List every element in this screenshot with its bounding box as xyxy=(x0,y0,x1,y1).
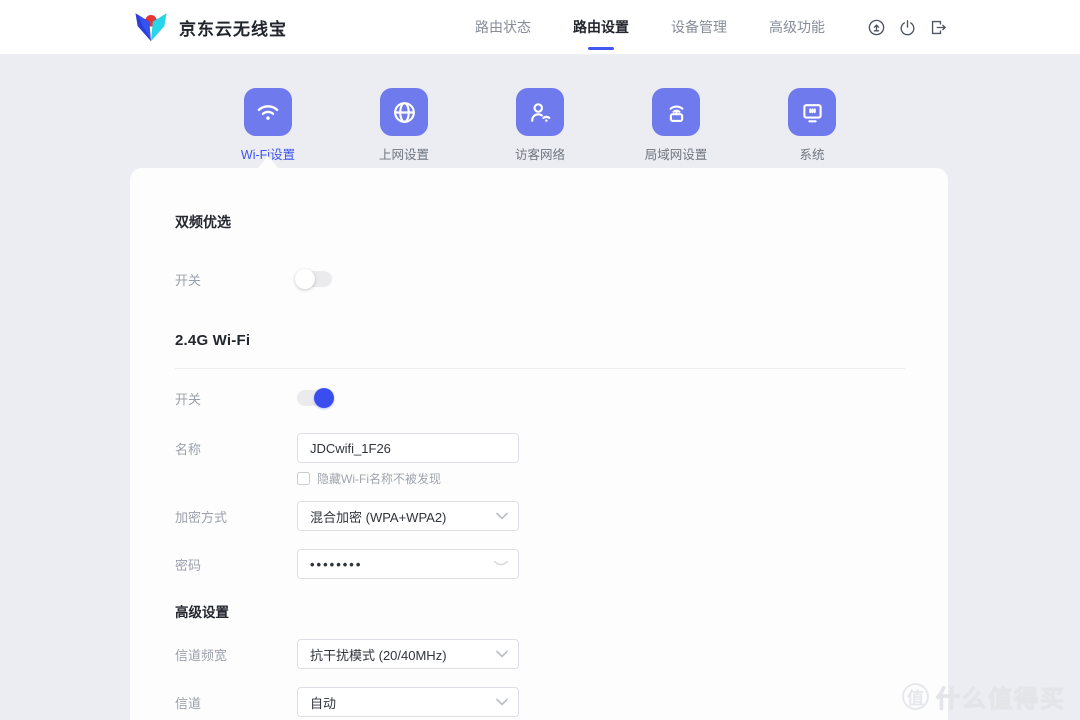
main-nav: 路由状态 路由设置 设备管理 高级功能 xyxy=(469,11,831,43)
channel-row: 信道 自动 xyxy=(175,687,905,717)
tab-system[interactable]: 系统 xyxy=(744,88,880,163)
hide-ssid-label: 隐藏Wi-Fi名称不被发现 xyxy=(317,470,441,487)
lan-icon xyxy=(652,88,700,136)
channel-value: 自动 xyxy=(310,693,508,712)
power-icon[interactable] xyxy=(896,16,918,38)
password-field-wrap xyxy=(297,549,519,579)
system-monitor-icon xyxy=(788,88,836,136)
logout-icon[interactable] xyxy=(927,16,949,38)
password-row: 密码 xyxy=(175,549,905,579)
brand-title: 京东云无线宝 xyxy=(179,15,287,40)
chevron-down-icon xyxy=(496,698,508,706)
wifi-icon xyxy=(244,88,292,136)
channel-label: 信道 xyxy=(175,693,297,712)
settings-tabs: Wi-Fi设置 上网设置 访客网络 xyxy=(0,88,1080,163)
encryption-label: 加密方式 xyxy=(175,507,297,526)
channel-select[interactable]: 自动 xyxy=(297,687,519,717)
bandwidth-label: 信道频宽 xyxy=(175,645,297,664)
nav-router-settings[interactable]: 路由设置 xyxy=(567,11,635,43)
tab-guest-network[interactable]: 访客网络 xyxy=(472,88,608,163)
tab-label: 上网设置 xyxy=(379,144,429,163)
switch-label: 开关 xyxy=(175,389,297,408)
top-navbar: 京东云无线宝 路由状态 路由设置 设备管理 高级功能 xyxy=(0,0,1080,55)
tab-label: 访客网络 xyxy=(515,144,565,163)
wifi-name-label: 名称 xyxy=(175,439,297,458)
chevron-down-icon xyxy=(496,650,508,658)
tab-lan-settings[interactable]: 局域网设置 xyxy=(608,88,744,163)
eye-closed-icon[interactable] xyxy=(493,560,509,568)
section-title-advanced: 高级设置 xyxy=(175,603,905,623)
settings-panel: 双频优选 开关 2.4G Wi-Fi 开关 名称 隐藏Wi-Fi名称不被发现 加… xyxy=(130,168,948,720)
bandwidth-select[interactable]: 抗干扰模式 (20/40MHz) xyxy=(297,639,519,669)
password-label: 密码 xyxy=(175,555,297,574)
bandwidth-row: 信道频宽 抗干扰模式 (20/40MHz) xyxy=(175,639,905,669)
brand[interactable]: 京东云无线宝 xyxy=(133,11,287,43)
wifi24-switch-row: 开关 xyxy=(175,383,905,413)
watermark-text: 什么值得买 xyxy=(936,679,1066,714)
wifi-name-row: 名称 xyxy=(175,433,905,463)
globe-icon xyxy=(380,88,428,136)
encryption-row: 加密方式 混合加密 (WPA+WPA2) xyxy=(175,501,905,531)
bandwidth-value: 抗干扰模式 (20/40MHz) xyxy=(310,645,508,664)
tab-wifi-settings[interactable]: Wi-Fi设置 xyxy=(200,88,336,163)
chevron-down-icon xyxy=(496,512,508,520)
hide-ssid-checkbox[interactable] xyxy=(297,472,310,485)
tab-label: 局域网设置 xyxy=(645,144,708,163)
header-actions xyxy=(865,16,949,38)
tab-internet-settings[interactable]: 上网设置 xyxy=(336,88,472,163)
dual-band-switch-row: 开关 xyxy=(175,264,905,294)
toggle-knob xyxy=(295,269,315,289)
nav-router-status[interactable]: 路由状态 xyxy=(469,11,537,43)
jdcloud-logo-icon xyxy=(133,11,169,43)
hide-ssid-row: 隐藏Wi-Fi名称不被发现 xyxy=(297,469,905,487)
switch-label: 开关 xyxy=(175,270,297,289)
dual-band-toggle[interactable] xyxy=(297,271,332,287)
toggle-knob xyxy=(314,388,334,408)
wifi24-toggle[interactable] xyxy=(297,390,332,406)
encryption-select[interactable]: 混合加密 (WPA+WPA2) xyxy=(297,501,519,531)
tab-label: 系统 xyxy=(799,144,824,163)
section-title-dual-band: 双频优选 xyxy=(175,212,905,232)
circle-arrow-up-icon[interactable] xyxy=(865,16,887,38)
encryption-value: 混合加密 (WPA+WPA2) xyxy=(310,507,508,526)
active-tab-pointer xyxy=(258,156,278,168)
nav-device-management[interactable]: 设备管理 xyxy=(665,11,733,43)
wifi-name-input[interactable] xyxy=(297,433,519,463)
guest-network-icon xyxy=(516,88,564,136)
section-title-24g-wifi: 2.4G Wi-Fi xyxy=(175,330,905,352)
section-divider xyxy=(175,368,905,369)
nav-advanced-features[interactable]: 高级功能 xyxy=(763,11,831,43)
password-input[interactable] xyxy=(297,549,519,579)
